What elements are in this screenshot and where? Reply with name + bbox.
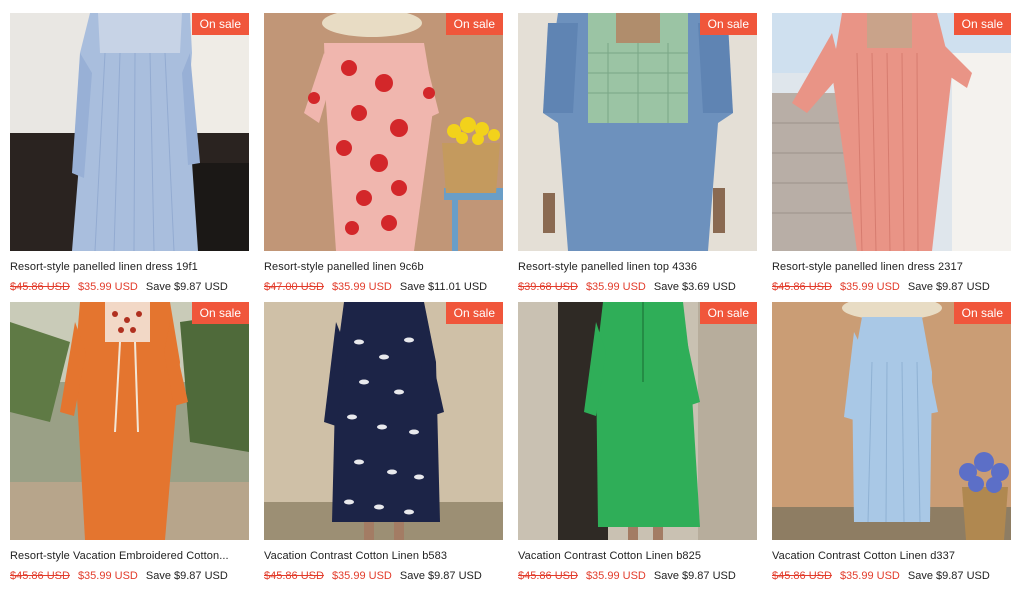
product-title[interactable]: Resort-style panelled linen 9c6b (264, 260, 500, 274)
product-title[interactable]: Vacation Contrast Cotton Linen b583 (264, 549, 500, 563)
on-sale-badge: On sale (699, 302, 757, 324)
savings-text: Save $9.87 USD (907, 281, 990, 293)
product-grid: On sale Resort-style panelled linen dres… (0, 0, 1024, 589)
price-row: $45.86 USD $35.99 USD Save $9.87 USD (518, 569, 757, 583)
savings-text: Save $9.87 USD (399, 570, 482, 582)
product-title[interactable]: Resort-style Vacation Embroidered Cotton… (10, 549, 246, 563)
compare-price: $45.86 USD (264, 570, 324, 582)
sale-price: $35.99 USD (585, 281, 646, 293)
savings-text: Save $9.87 USD (145, 281, 228, 293)
on-sale-badge: On sale (953, 302, 1011, 324)
savings-text: Save $3.69 USD (653, 281, 736, 293)
compare-price: $45.86 USD (10, 570, 70, 582)
on-sale-badge: On sale (445, 302, 503, 324)
price-row: $45.86 USD $35.99 USD Save $9.87 USD (264, 569, 503, 583)
sale-price: $35.99 USD (77, 570, 138, 582)
compare-price: $45.86 USD (518, 570, 578, 582)
product-card[interactable]: On sale Vacation Contrast Cotton Linen b… (264, 302, 503, 589)
on-sale-badge: On sale (445, 13, 503, 35)
on-sale-badge: On sale (699, 13, 757, 35)
product-image[interactable]: On sale (518, 13, 757, 251)
on-sale-badge: On sale (953, 13, 1011, 35)
product-title[interactable]: Resort-style panelled linen top 4336 (518, 260, 754, 274)
price-row: $45.86 USD $35.99 USD Save $9.87 USD (10, 280, 249, 294)
compare-price: $45.86 USD (772, 570, 832, 582)
on-sale-badge: On sale (191, 302, 249, 324)
savings-text: Save $9.87 USD (145, 570, 228, 582)
product-image[interactable]: On sale (518, 302, 757, 540)
price-row: $45.86 USD $35.99 USD Save $9.87 USD (772, 569, 1011, 583)
product-card[interactable]: On sale Resort-style panelled linen dres… (10, 13, 249, 300)
sale-price: $35.99 USD (331, 281, 392, 293)
compare-price: $45.86 USD (772, 281, 832, 293)
savings-text: Save $9.87 USD (653, 570, 736, 582)
product-card[interactable]: On sale Resort-style panelled linen 9c6b… (264, 13, 503, 300)
price-row: $45.86 USD $35.99 USD Save $9.87 USD (10, 569, 249, 583)
product-card[interactable]: On sale Vacation Contrast Cotton Linen d… (772, 302, 1011, 589)
product-title[interactable]: Resort-style panelled linen dress 2317 (772, 260, 1008, 274)
compare-price: $47.00 USD (264, 281, 324, 293)
on-sale-badge: On sale (191, 13, 249, 35)
sale-price: $35.99 USD (331, 570, 392, 582)
product-card[interactable]: On sale Resort-style panelled linen top … (518, 13, 757, 300)
sale-price: $35.99 USD (839, 281, 900, 293)
price-row: $45.86 USD $35.99 USD Save $9.87 USD (772, 280, 1011, 294)
product-card[interactable]: On sale Vacation Contrast Cotton Linen b… (518, 302, 757, 589)
product-image[interactable]: On sale (264, 13, 503, 251)
product-title[interactable]: Vacation Contrast Cotton Linen d337 (772, 549, 1008, 563)
product-card[interactable]: On sale Resort-style Vacation Embroidere… (10, 302, 249, 589)
savings-text: Save $11.01 USD (399, 281, 488, 293)
product-card[interactable]: On sale Resort-style panelled linen dres… (772, 13, 1011, 300)
product-image[interactable]: On sale (10, 302, 249, 540)
product-image[interactable]: On sale (772, 13, 1011, 251)
price-row: $47.00 USD $35.99 USD Save $11.01 USD (264, 280, 503, 294)
product-title[interactable]: Vacation Contrast Cotton Linen b825 (518, 549, 754, 563)
compare-price: $45.86 USD (10, 281, 70, 293)
sale-price: $35.99 USD (585, 570, 646, 582)
product-image[interactable]: On sale (10, 13, 249, 251)
product-title[interactable]: Resort-style panelled linen dress 19f1 (10, 260, 246, 274)
sale-price: $35.99 USD (839, 570, 900, 582)
compare-price: $39.68 USD (518, 281, 578, 293)
savings-text: Save $9.87 USD (907, 570, 990, 582)
price-row: $39.68 USD $35.99 USD Save $3.69 USD (518, 280, 757, 294)
product-image[interactable]: On sale (772, 302, 1011, 540)
sale-price: $35.99 USD (77, 281, 138, 293)
product-image[interactable]: On sale (264, 302, 503, 540)
